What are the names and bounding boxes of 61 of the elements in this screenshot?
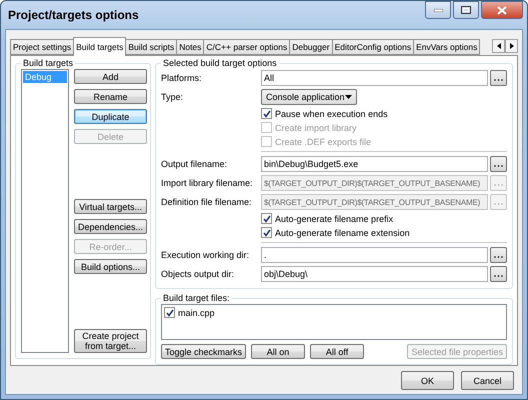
tab[interactable]: Build targets: [73, 37, 126, 56]
field-label: Objects output dir:: [161, 269, 236, 279]
file-button[interactable]: Toggle checkmarks: [161, 344, 246, 359]
minimize-icon: [434, 8, 442, 12]
dialog-button[interactable]: Cancel: [461, 371, 514, 390]
file-name[interactable]: main.cpp: [178, 308, 215, 318]
field-label: Import library filename:: [161, 178, 254, 188]
tab[interactable]: C/C++ parser options: [203, 39, 290, 55]
maximize-icon: [461, 6, 471, 14]
checkbox-label: Auto-generate filename prefix: [275, 214, 394, 224]
caret-icon: [345, 95, 352, 99]
target-button[interactable]: Dependencies...: [74, 219, 148, 234]
checkbox-label: Create import library: [275, 122, 357, 132]
right-arrow-icon: [510, 43, 514, 49]
target-button[interactable]: Rename: [74, 89, 148, 104]
tab[interactable]: EnvVars options: [413, 39, 480, 55]
target-button[interactable]: Duplicate: [74, 109, 148, 124]
scroll-left-button[interactable]: [492, 39, 505, 53]
scroll-right-button[interactable]: [505, 39, 518, 53]
target-button[interactable]: Build options...: [74, 259, 148, 274]
checkbox-label: Pause when execution ends: [275, 108, 388, 118]
close-button[interactable]: [481, 1, 523, 19]
input-field[interactable]: obj\Debug\: [261, 266, 488, 282]
browse-button[interactable]: [490, 156, 507, 172]
tab[interactable]: Build scripts: [125, 39, 178, 55]
checkbox-label: Create .DEF exports file: [275, 136, 372, 146]
tab[interactable]: EditorConfig options: [332, 39, 414, 55]
type-dropdown[interactable]: Console application: [261, 89, 357, 105]
browse-button[interactable]: [490, 266, 507, 282]
input-field[interactable]: All: [261, 70, 488, 86]
checkbox[interactable]: [261, 213, 272, 224]
field-label: Definition file filename:: [161, 197, 253, 207]
target-button[interactable]: Add: [74, 69, 148, 84]
dialog-button[interactable]: OK: [401, 371, 454, 390]
minimize-button[interactable]: [425, 1, 451, 19]
browse-button[interactable]: [490, 70, 507, 86]
close-icon: [497, 6, 507, 14]
tab[interactable]: Project settings: [10, 39, 74, 55]
group-title: Selected build target options: [162, 58, 278, 68]
file-button[interactable]: All off: [310, 344, 364, 359]
checkbox-label: Auto-generate filename extension: [275, 228, 410, 238]
field-label: Type:: [161, 92, 184, 102]
field-label: Output filename:: [161, 159, 228, 169]
checkbox[interactable]: [261, 227, 272, 238]
checkbox[interactable]: [261, 108, 272, 119]
tab[interactable]: Notes: [176, 39, 204, 55]
group-title: Build target files:: [162, 293, 231, 303]
group-title: Build targets: [22, 58, 74, 68]
input-field[interactable]: bin\Debug\Budget5.exe: [261, 156, 488, 172]
tab[interactable]: Debugger: [289, 39, 333, 55]
maximize-button[interactable]: [453, 1, 479, 19]
field-label: Execution working dir:: [161, 250, 250, 260]
input-field[interactable]: .: [261, 247, 488, 263]
left-arrow-icon: [496, 43, 500, 49]
target-button[interactable]: Create project from target...: [74, 329, 148, 353]
checkbox[interactable]: [164, 307, 175, 318]
target-button[interactable]: Virtual targets...: [74, 199, 148, 214]
file-button[interactable]: All on: [251, 344, 306, 359]
window-title: Project/targets options: [7, 8, 139, 22]
field-label: Platforms:: [161, 73, 203, 83]
browse-button[interactable]: [490, 247, 507, 263]
